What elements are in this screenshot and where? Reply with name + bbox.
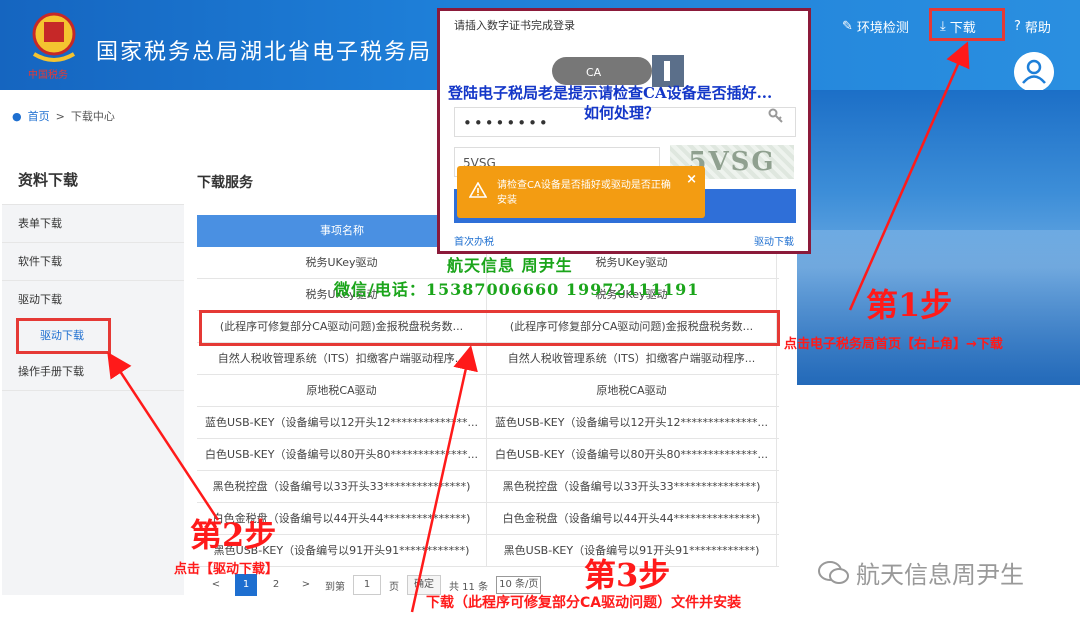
download-highlight-box: [929, 8, 1005, 41]
table-cell-name[interactable]: 自然人税收管理系统（ITS）扣缴客户端驱动程序...: [197, 343, 487, 374]
prev-page-button[interactable]: <: [205, 574, 227, 596]
location-pin-icon: ●: [12, 109, 22, 123]
wechat-icon: [818, 560, 849, 584]
usb-ca-label: CA: [586, 66, 602, 79]
tax-emblem-icon: [32, 12, 76, 62]
table-row[interactable]: 自然人税收管理系统（ITS）扣缴客户端驱动程序... 自然人税收管理系统（ITS）…: [197, 343, 779, 375]
question-line-1: 登陆电子税局老是提示请检查CA设备是否插好...: [448, 84, 773, 102]
step-1-description: 点击电子税务局首页【右上角】→下载: [784, 337, 1003, 352]
total-count: 共 11 条: [449, 581, 489, 593]
breadcrumb-separator: >: [55, 109, 65, 123]
brand-text: 航天信息周尹生: [856, 561, 1024, 589]
emblem-caption: 中国税务: [28, 70, 68, 81]
goto-label: 到第: [325, 581, 345, 593]
breadcrumb-current: 下载中心: [70, 110, 115, 123]
table-cell-download[interactable]: 蓝色USB-KEY（设备编号以12开头12**************...: [487, 407, 777, 438]
section-title: 下载服务: [197, 175, 253, 191]
table-row[interactable]: 黑色USB-KEY（设备编号以91开头91************) 黑色USB-…: [197, 535, 779, 567]
table-cell-name[interactable]: 白色USB-KEY（设备编号以80开头80**************...: [197, 439, 487, 470]
sidebar-title: 资料下载: [2, 155, 184, 205]
help-link[interactable]: ? 帮助: [1014, 17, 1051, 36]
table-cell-download[interactable]: 自然人税收管理系统（ITS）扣缴客户端驱动程序...: [487, 343, 777, 374]
sidebar-item-software[interactable]: 软件下载: [2, 243, 184, 281]
wrench-icon: ✎: [842, 19, 853, 34]
table-cell-name[interactable]: 原地税CA驱动: [197, 375, 487, 406]
page-unit-label: 页: [389, 581, 399, 593]
table-row[interactable]: 黑色税控盘（设备编号以33开头33***************) 黑色税控盘（设…: [197, 471, 779, 503]
first-tax-link[interactable]: 首次办税: [454, 233, 494, 248]
sidebar-item-forms[interactable]: 表单下载: [2, 205, 184, 243]
step-3-label: 第3步: [584, 556, 671, 594]
help-icon: ?: [1014, 19, 1021, 34]
sidebar-item-drivers[interactable]: 驱动下载: [2, 281, 184, 319]
next-page-button[interactable]: >: [295, 574, 317, 596]
site-title: 国家税务总局湖北省电子税务局: [96, 40, 433, 65]
step-2-label: 第2步: [190, 516, 277, 554]
step-2-description: 点击【驱动下载】: [174, 562, 279, 577]
table-cell-name[interactable]: 蓝色USB-KEY（设备编号以12开头12**************...: [197, 407, 487, 438]
step-1-label: 第1步: [866, 286, 953, 324]
popup-title: 请插入数字证书完成登录: [454, 19, 575, 32]
driver-download-link[interactable]: 驱动下载: [754, 233, 794, 248]
watermark-contact: 微信/电话：15387006660 19972111191: [334, 280, 700, 299]
page-2-button[interactable]: 2: [265, 574, 287, 596]
question-line-2: 如何处理？: [584, 104, 660, 122]
warning-message: 请检查CA设备是否插好或驱动是否正确安装: [497, 180, 671, 206]
table-row[interactable]: 原地税CA驱动 原地税CA驱动: [197, 375, 779, 407]
goto-page-input[interactable]: 1: [353, 575, 381, 595]
key-icon: [768, 108, 783, 123]
table-cell-download[interactable]: 白色USB-KEY（设备编号以80开头80**************...: [487, 439, 777, 470]
env-check-link[interactable]: ✎ 环境检测: [842, 17, 909, 36]
warning-icon: [469, 182, 487, 198]
breadcrumb-home[interactable]: 首页: [28, 108, 50, 124]
table-row[interactable]: 白色金税盘（设备编号以44开头44***************) 白色金税盘（设…: [197, 503, 779, 535]
table-cell-name[interactable]: 黑色税控盘（设备编号以33开头33***************): [197, 471, 487, 502]
close-icon[interactable]: ×: [686, 172, 697, 187]
sidebar: 资料下载 表单下载 软件下载 驱动下载 驱动下载 操作手册下载: [2, 155, 184, 595]
watermark-name: 航天信息 周尹生: [447, 256, 573, 275]
login-avatar-icon[interactable]: [1014, 52, 1054, 92]
warning-toast: 请检查CA设备是否插好或驱动是否正确安装 ×: [457, 166, 705, 218]
brand-watermark: 航天信息周尹生: [818, 555, 1024, 590]
breadcrumb: ● 首页 > 下载中心: [12, 108, 115, 124]
table-cell-download[interactable]: 白色金税盘（设备编号以44开头44***************): [487, 503, 777, 534]
table-row[interactable]: 白色USB-KEY（设备编号以80开头80**************... 白色…: [197, 439, 779, 471]
sidebar-item-manuals[interactable]: 操作手册下载: [2, 353, 184, 391]
table-row[interactable]: 蓝色USB-KEY（设备编号以12开头12**************... 蓝色…: [197, 407, 779, 439]
table-cell-download[interactable]: 原地税CA驱动: [487, 375, 777, 406]
table-cell-download[interactable]: 黑色税控盘（设备编号以33开头33***************): [487, 471, 777, 502]
driver-download-highlight-box: [16, 318, 111, 354]
page-1-button[interactable]: 1: [235, 574, 257, 596]
step-3-description: 下载（此程序可修复部分CA驱动问题）文件并安装: [426, 595, 742, 611]
target-row-highlight-box: [199, 310, 780, 346]
